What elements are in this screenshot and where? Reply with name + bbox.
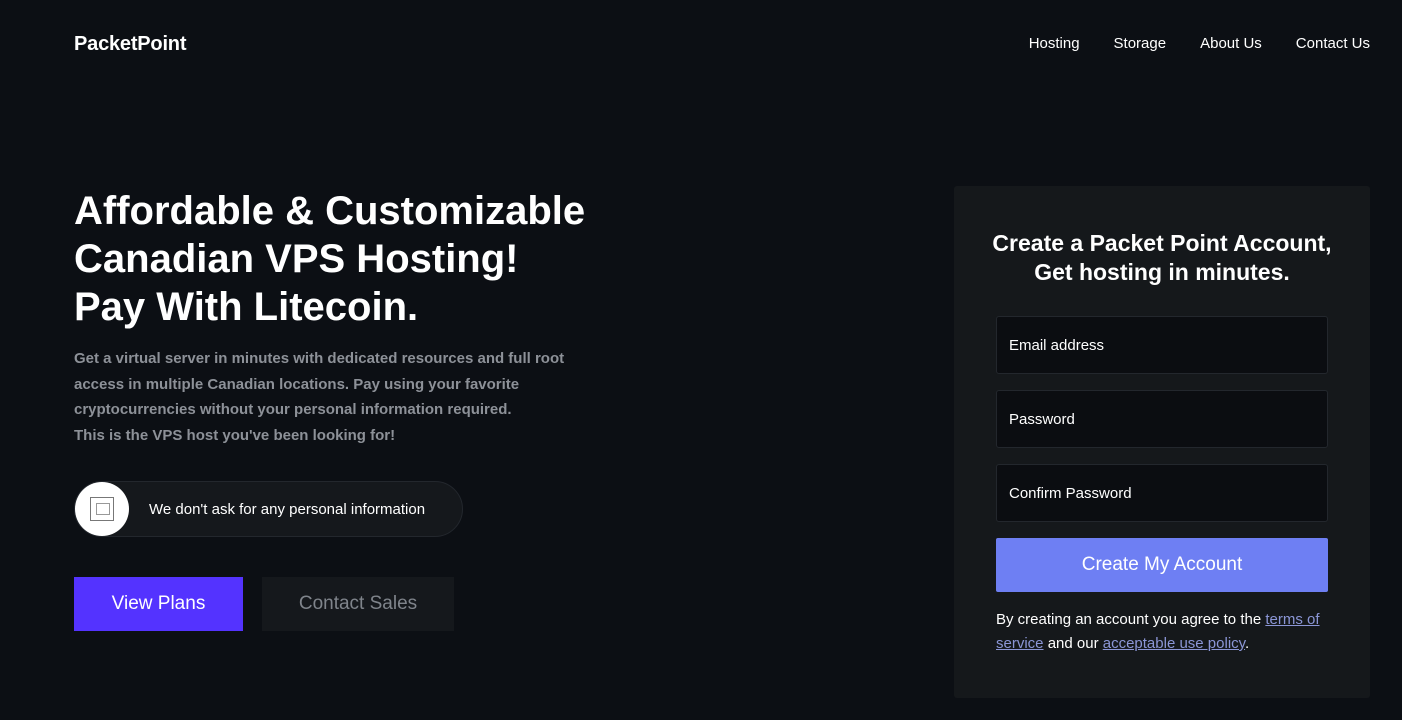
privacy-badge: We don't ask for any personal informatio… [74, 481, 463, 537]
acceptable-use-policy-link[interactable]: acceptable use policy [1103, 635, 1245, 652]
contact-sales-button[interactable]: Contact Sales [262, 577, 454, 631]
main-nav: Hosting Storage About Us Contact Us [995, 35, 1370, 52]
signup-title: Create a Packet Point Account, Get hosti… [954, 229, 1370, 287]
hero-title-line: Affordable & Customizable [74, 189, 586, 233]
confirm-password-field[interactable] [996, 464, 1328, 522]
hero-title-line: Canadian VPS Hosting! [74, 237, 519, 281]
email-field[interactable] [996, 316, 1328, 374]
nav-storage[interactable]: Storage [1114, 35, 1167, 52]
create-account-button[interactable]: Create My Account [996, 538, 1328, 592]
signup-title-line: Get hosting in minutes. [1034, 259, 1290, 285]
terms-prefix: By creating an account you agree to the [996, 611, 1262, 628]
hero-description-line: cryptocurrencies without your personal i… [74, 401, 512, 419]
broken-image-icon [75, 482, 129, 536]
hero-title-line: Pay With Litecoin. [74, 285, 419, 329]
terms-suffix: . [1245, 635, 1250, 652]
hero-title: Affordable & Customizable Canadian VPS H… [74, 187, 634, 331]
hero-description-line: This is the VPS host you've been looking… [74, 427, 396, 445]
nav-contact-us[interactable]: Contact Us [1296, 35, 1370, 52]
hero-description: Get a virtual server in minutes with ded… [74, 346, 594, 449]
terms-notice: By creating an account you agree to the … [996, 608, 1336, 656]
privacy-badge-text: We don't ask for any personal informatio… [149, 500, 426, 518]
nav-about-us[interactable]: About Us [1200, 35, 1262, 52]
signup-title-line: Create a Packet Point Account, [992, 230, 1332, 256]
hero-description-line: access in multiple Canadian locations. P… [74, 375, 520, 393]
nav-hosting[interactable]: Hosting [1029, 35, 1080, 52]
password-field[interactable] [996, 390, 1328, 448]
brand-logo[interactable]: PacketPoint [74, 33, 186, 56]
terms-middle: and our [1047, 635, 1099, 652]
view-plans-button[interactable]: View Plans [74, 577, 243, 631]
hero-description-line: Get a virtual server in minutes with ded… [74, 350, 565, 367]
signup-card: Create a Packet Point Account, Get hosti… [954, 186, 1370, 698]
landing-page: PacketPoint Hosting Storage About Us Con… [0, 0, 1402, 720]
